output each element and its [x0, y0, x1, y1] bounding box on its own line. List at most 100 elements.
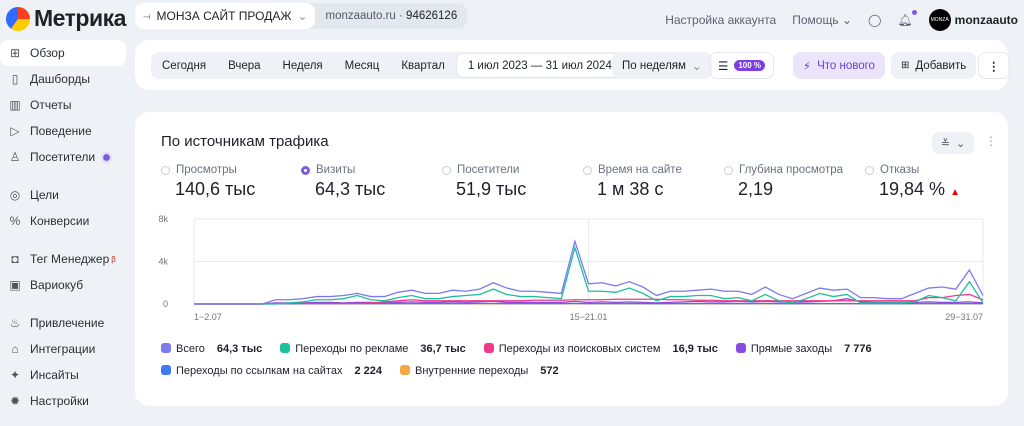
x-tick-label: 29−31.07 [945, 312, 983, 322]
flame-icon: ♨ [9, 316, 21, 330]
whats-new-button[interactable]: ⚡︎ Что нового [793, 52, 885, 79]
bar-chart-icon: ▥ [9, 98, 21, 112]
sidebar-item[interactable]: ♙ Посетители [0, 144, 128, 170]
line-chart: 0 4k 8k 1−2.07 15−21.01 29−31.07 [158, 214, 984, 322]
checkbox-icon [735, 343, 746, 353]
status-dot [101, 151, 113, 163]
sidebar-item[interactable]: ✹ Настройки [0, 388, 128, 414]
grouping-select[interactable]: По неделям ⌄ [612, 52, 712, 79]
counter-selector[interactable]: ⟞ МОНЗА САЙТ ПРОДАЖ ⌄ monzaauto.ru · 946… [135, 3, 468, 29]
series-total: 572 [540, 365, 559, 377]
sidebar-item-label: Отчеты [30, 98, 72, 112]
puzzle-icon: ⌂ [11, 342, 19, 356]
sidebar-item-label: Настройки [30, 394, 89, 408]
car-icon: ⟞ [143, 10, 151, 21]
period-month[interactable]: Месяц [334, 60, 391, 72]
sidebar-item[interactable]: ⌂ Интеграции [0, 336, 128, 362]
top-nav: Настройка аккаунта Помощь ⌄ ◯ 🔔︎ MONZA m… [665, 9, 1018, 31]
period-yesterday[interactable]: Вчера [217, 60, 271, 72]
legend-item[interactable]: Переходы из поисковых систем 16,9 тыс [483, 343, 718, 355]
period-quarter[interactable]: Квартал [390, 60, 455, 72]
sidebar-item[interactable]: ♨ Привлечение [0, 310, 128, 336]
tag-manager-icon: ◘ [11, 252, 19, 266]
series-total: 2 224 [354, 365, 382, 377]
period-selector: Сегодня Вчера Неделя Месяц Квартал 1 июл… [151, 52, 641, 79]
chat-icon[interactable]: ◯ [868, 13, 881, 27]
sidebar-item-label: Интеграции [30, 342, 96, 356]
target-icon: ◎ [9, 188, 21, 202]
sidebar-item-label: Посетители [30, 150, 96, 164]
sidebar-item[interactable]: ✦ Инсайты [0, 362, 128, 388]
legend-item[interactable]: Внутренние переходы 572 [399, 365, 559, 377]
legend-item[interactable]: Переходы по рекламе 36,7 тыс [280, 343, 466, 355]
play-icon: ▷ [10, 124, 20, 138]
toolbar: Сегодня Вчера Неделя Месяц Квартал 1 июл… [135, 40, 1010, 90]
sidebar-item-label: Вариокуб [30, 278, 84, 292]
checkbox-icon [280, 343, 291, 353]
x-tick-label: 1−2.07 [194, 312, 222, 322]
user-icon: ♙ [9, 150, 21, 164]
logo-mark-icon [6, 6, 30, 31]
sliders-icon: ☰ [718, 60, 729, 73]
user-name: monzaauto [954, 13, 1018, 27]
checkbox-icon [161, 365, 171, 375]
user-menu[interactable]: MONZA monzaauto [928, 9, 1018, 31]
sidebar-item[interactable]: ▣ Вариокуб [0, 272, 128, 298]
lightning-icon: ⚡︎ [803, 60, 812, 73]
sidebar-item[interactable]: % Конверсии [0, 208, 128, 234]
x-tick-label: 15−21.01 [570, 312, 608, 322]
counter-domain: monzaauto.ru [325, 10, 396, 22]
period-week[interactable]: Неделя [272, 60, 334, 72]
sidebar-item-label: Дашборды [30, 72, 90, 86]
legend-item[interactable]: Всего 64,3 тыс [161, 343, 262, 355]
sidebar: ⊞ Обзор ▯ Дашборды ▥ Отчеты ▷ Поведение ♙ Посетит… [0, 40, 128, 414]
sidebar-item-label: Привлечение [30, 316, 105, 330]
add-button[interactable]: ⊞ Добавить [891, 52, 977, 79]
legend-item[interactable]: Переходы по ссылкам на сайтах 2 224 [161, 365, 382, 377]
series-total: 64,3 тыс [216, 343, 263, 355]
metrika-logo[interactable]: Метрика [6, 5, 126, 32]
series-total: 7 776 [844, 343, 872, 355]
sidebar-item-label: Тег Менеджер [30, 252, 110, 266]
dashboard-icon: ▯ [11, 72, 19, 86]
beta-badge: β [111, 254, 116, 264]
sidebar-item[interactable]: ◎ Цели [0, 182, 128, 208]
checkbox-icon [483, 343, 494, 353]
help-menu[interactable]: Помощь ⌄ [792, 13, 852, 27]
sidebar-item[interactable]: ◘ Тег Менеджер β [0, 246, 128, 272]
sidebar-item-label: Поведение [30, 124, 92, 138]
gear-icon: ✹ [9, 394, 21, 408]
y-tick-label: 4k [158, 257, 168, 267]
legend-item[interactable]: Прямые заходы 7 776 [735, 343, 872, 355]
sparkle-icon: ✦ [9, 368, 21, 382]
chevron-down-icon: ⌄ [691, 60, 702, 73]
sidebar-item[interactable]: ▥ Отчеты [0, 92, 128, 118]
y-tick-label: 0 [163, 299, 168, 309]
sidebar-item-label: Конверсии [30, 214, 90, 228]
variocube-icon: ▣ [9, 278, 21, 292]
bell-icon[interactable]: 🔔︎ [897, 10, 917, 27]
series-total: 36,7 тыс [420, 343, 466, 355]
grid-icon: ⊞ [9, 46, 21, 60]
counter-name: МОНЗА САЙТ ПРОДАЖ [156, 9, 292, 23]
traffic-sources-widget: По источникам трафика ≚ ⌄ ⋮ Просмотры 140… [135, 112, 1008, 406]
sidebar-item-label: Обзор [30, 46, 65, 60]
more-menu-button[interactable]: ⋮ [978, 52, 1010, 79]
sidebar-item-label: Инсайты [30, 368, 79, 382]
widgets-icon: ⊞ [901, 60, 910, 71]
chevron-down-icon: ⌄ [297, 9, 308, 23]
period-today[interactable]: Сегодня [151, 60, 217, 72]
account-settings-link[interactable]: Настройка аккаунта [665, 13, 776, 27]
sidebar-item[interactable]: ⊞ Обзор [0, 40, 126, 66]
sampling-button[interactable]: ☰ 100 % [709, 52, 774, 79]
sidebar-item-label: Цели [30, 188, 59, 202]
chart-legend: Всего 64,3 тыс Переходы по рекламе 36,7 тыс… [161, 343, 882, 355]
percent-icon: % [9, 214, 21, 228]
chart-legend: Переходы по ссылкам на сайтах 2 224 Внутре… [161, 365, 569, 377]
sidebar-item[interactable]: ▷ Поведение [0, 118, 128, 144]
checkbox-icon [161, 343, 171, 353]
checkbox-icon [399, 365, 410, 375]
app-name: Метрика [34, 5, 126, 31]
sidebar-item[interactable]: ▯ Дашборды [0, 66, 128, 92]
avatar: MONZA [928, 9, 951, 31]
